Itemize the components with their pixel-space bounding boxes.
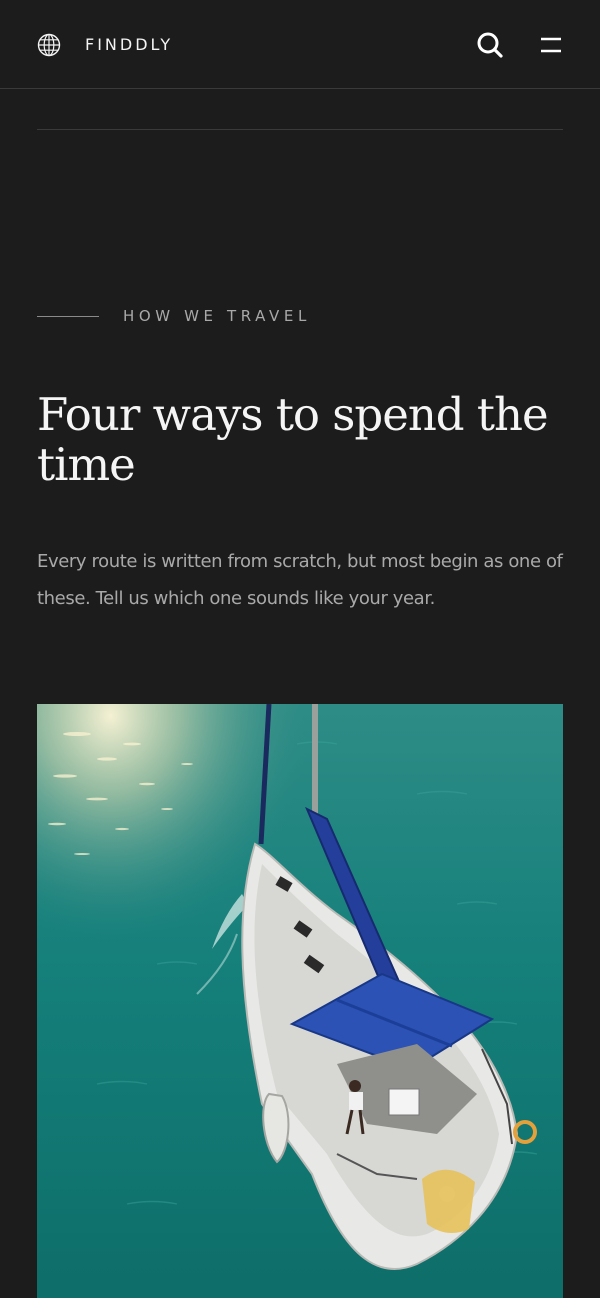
search-button[interactable]: [475, 30, 505, 60]
eyebrow-rule: [37, 315, 99, 317]
section-divider: [37, 129, 563, 130]
globe-icon: [37, 33, 61, 57]
sailboat-photo[interactable]: [37, 704, 563, 1298]
brand-name: FINDDLY: [85, 35, 174, 54]
section-eyebrow: HOW WE TRAVEL: [37, 306, 311, 326]
menu-icon: [541, 37, 561, 53]
menu-button[interactable]: [537, 33, 565, 57]
brand-logo[interactable]: FINDDLY: [37, 33, 173, 57]
section-heading: Four ways to spend the time: [37, 388, 549, 491]
search-icon: [477, 32, 503, 58]
sailboat-illustration: [37, 704, 563, 1298]
site-header: FINDDLY: [0, 0, 600, 89]
section-intro: Every route is written from scratch, but…: [37, 551, 563, 609]
eyebrow-label: HOW WE TRAVEL: [123, 307, 311, 325]
